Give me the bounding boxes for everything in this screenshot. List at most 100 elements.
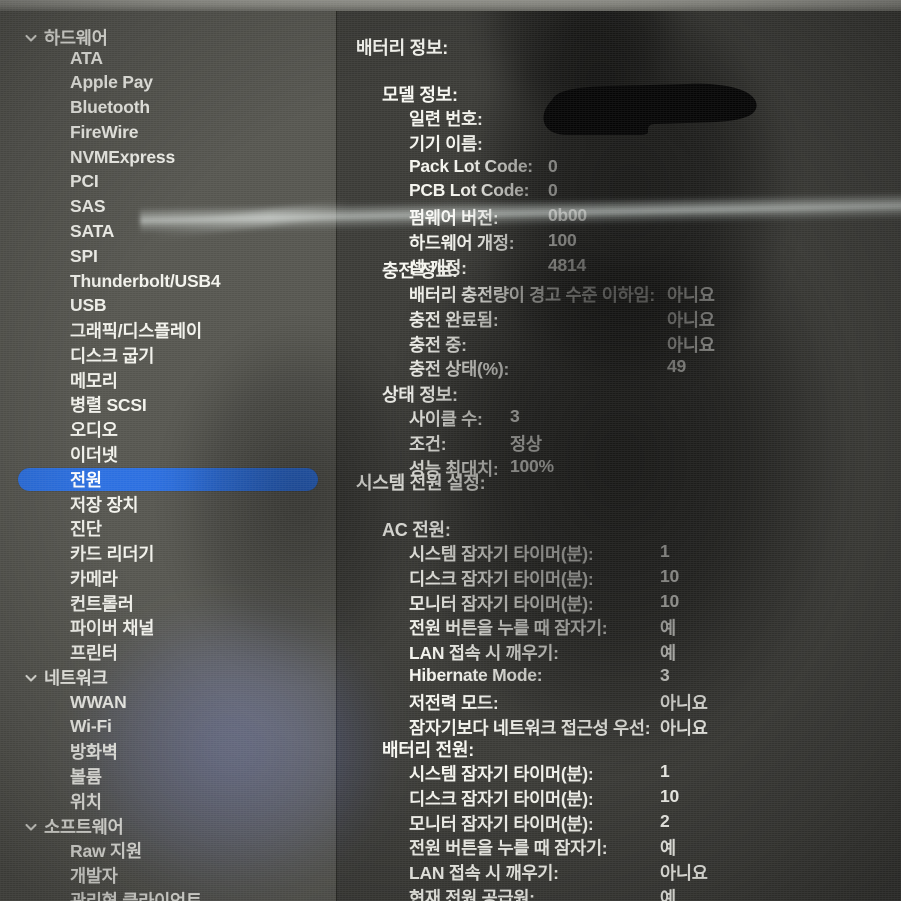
detail-value: 정상 xyxy=(510,433,542,454)
detail-value: 1 xyxy=(660,761,670,781)
sidebar-item-메모리[interactable]: 메모리 xyxy=(0,368,337,393)
sidebar-item-카메라[interactable]: 카메라 xyxy=(0,566,337,591)
detail-value: 예 xyxy=(660,618,676,639)
sidebar-item-bluetooth[interactable]: Bluetooth xyxy=(0,95,337,120)
sidebar-item-label: 컨트롤러 xyxy=(70,594,134,614)
sidebar-item-label: ATA xyxy=(70,48,103,68)
detail-key: 디스크 잠자기 타이머(분): xyxy=(409,788,594,809)
sidebar-item-usb[interactable]: USB xyxy=(0,293,337,318)
sidebar-item-thunderbolt-usb4[interactable]: Thunderbolt/USB4 xyxy=(0,269,337,294)
sidebar-item-firewire[interactable]: FireWire xyxy=(0,120,337,145)
sidebar-item-wi-fi[interactable]: Wi-Fi xyxy=(0,714,337,739)
sidebar-item-방화벽[interactable]: 방화벽 xyxy=(0,739,337,764)
detail-value: 10 xyxy=(660,590,679,611)
sidebar-list[interactable]: 하드웨어 ATA Apple Pay Bluetooth FireWire NVMExpr… xyxy=(0,11,337,901)
battery-power-row: 전원 버튼을 누를 때 잠자기: 예 xyxy=(409,835,676,860)
detail-key: 사이클 수: xyxy=(409,409,483,429)
battery-power-row: LAN 접속 시 깨우기: 아니요 xyxy=(409,860,708,885)
detail-key: 충전 중: xyxy=(409,334,467,355)
detail-value: 아니요 xyxy=(660,863,708,884)
sidebar-item-sata[interactable]: SATA xyxy=(0,219,337,244)
sidebar-item-저장-장치[interactable]: 저장 장치 xyxy=(0,492,337,517)
battery-power-row: 디스크 잠자기 타이머(분): 10 xyxy=(409,786,679,811)
model-info-row: 일련 번호: xyxy=(409,106,483,131)
sidebar-item-label: SAS xyxy=(70,196,106,216)
sidebar-item-프린터[interactable]: 프린터 xyxy=(0,640,337,665)
health-info-row: 사이클 수: 3 xyxy=(409,406,520,431)
chevron-down-icon[interactable] xyxy=(24,31,38,45)
sidebar-item-label: 카메라 xyxy=(70,569,118,589)
sidebar-item-관리형-클라이언트[interactable]: 관리형 클라이언트 xyxy=(0,888,337,901)
sidebar-item-진단[interactable]: 진단 xyxy=(0,516,337,541)
detail-value: 아니요 xyxy=(667,285,715,305)
window-chrome-edge xyxy=(0,0,901,11)
sidebar-item-병렬-scsi[interactable]: 병렬 SCSI xyxy=(0,392,337,417)
charge-info-row: 충전 상태(%): 49 xyxy=(409,356,686,381)
sidebar-item-위치[interactable]: 위치 xyxy=(0,789,337,814)
model-info-row: PCB Lot Code: 0 xyxy=(409,180,558,201)
detail-key: 저전력 모드: xyxy=(409,692,499,713)
system-power-heading: 시스템 전원 설정: xyxy=(356,473,486,493)
sidebar-item-label: 이더넷 xyxy=(70,445,118,465)
chevron-down-icon[interactable] xyxy=(24,820,38,834)
sidebar-item-pci[interactable]: PCI xyxy=(0,169,337,194)
sidebar-item-카드-리더기[interactable]: 카드 리더기 xyxy=(0,541,337,566)
charge-info-row: 충전 중: 아니요 xyxy=(409,332,715,357)
sidebar-item-label: 네트워크 xyxy=(44,668,108,688)
sidebar-item-컨트롤러[interactable]: 컨트롤러 xyxy=(0,591,337,616)
sidebar-item-오디오[interactable]: 오디오 xyxy=(0,417,337,442)
detail-value: 100% xyxy=(510,455,554,476)
sidebar-item-네트워크[interactable]: 네트워크 xyxy=(0,665,337,690)
detail-value: 0 xyxy=(548,155,558,176)
detail-key: 현재 전원 공급원: xyxy=(409,888,535,901)
detail-value: 아니요 xyxy=(667,334,715,355)
sidebar[interactable]: 하드웨어 ATA Apple Pay Bluetooth FireWire NVMExpr… xyxy=(0,11,337,901)
sidebar-item-label: 저장 장치 xyxy=(70,495,139,515)
system-information-window: 하드웨어 ATA Apple Pay Bluetooth FireWire NVMExpr… xyxy=(0,0,901,901)
sidebar-item-label: PCI xyxy=(70,171,99,191)
sidebar-item-label: Apple Pay xyxy=(70,72,153,92)
sidebar-item-label: WWAN xyxy=(70,692,127,712)
detail-key: 디스크 잠자기 타이머(분): xyxy=(409,568,594,589)
sidebar-item-그래픽-디스플레이[interactable]: 그래픽/디스플레이 xyxy=(0,318,337,343)
charge-info-heading: 충전 정보: xyxy=(382,261,458,281)
chevron-down-icon[interactable] xyxy=(24,671,38,685)
sidebar-item-label: FireWire xyxy=(70,122,139,142)
sidebar-item-label: SATA xyxy=(70,221,115,241)
sidebar-item-디스크-굽기[interactable]: 디스크 굽기 xyxy=(0,343,337,368)
sidebar-item-spi[interactable]: SPI xyxy=(0,244,337,269)
sidebar-item-개발자[interactable]: 개발자 xyxy=(0,863,337,888)
sidebar-item-raw-지원[interactable]: Raw 지원 xyxy=(0,838,337,863)
detail-key: LAN 접속 시 깨우기: xyxy=(409,863,559,884)
detail-key: 시스템 잠자기 타이머(분): xyxy=(409,544,594,564)
detail-value: 2 xyxy=(660,810,670,831)
sidebar-item-볼륨[interactable]: 볼륨 xyxy=(0,764,337,789)
sidebar-item-nvmexpress[interactable]: NVMExpress xyxy=(0,145,337,170)
battery-power-heading: 배터리 전원: xyxy=(382,740,475,760)
detail-key: 충전 완료됨: xyxy=(409,309,499,330)
model-info-row: Pack Lot Code: 0 xyxy=(409,156,558,177)
sidebar-item-label: 오디오 xyxy=(70,420,118,440)
sidebar-item-파이버-채널[interactable]: 파이버 채널 xyxy=(0,615,337,640)
health-info-row: 조건: 정상 xyxy=(409,431,542,456)
detail-key: 기기 이름: xyxy=(409,133,483,154)
sidebar-item-label: 디스크 굽기 xyxy=(70,346,155,366)
detail-key: 펌웨어 버전: xyxy=(409,208,499,229)
sidebar-item-apple-pay[interactable]: Apple Pay xyxy=(0,70,337,95)
sidebar-item-label: 전원 xyxy=(70,470,102,490)
detail-key: 전원 버튼을 누를 때 잠자기: xyxy=(409,618,608,639)
sidebar-item-sas[interactable]: SAS xyxy=(0,194,337,219)
sidebar-item-소프트웨어[interactable]: 소프트웨어 xyxy=(0,814,337,839)
sidebar-item-ata[interactable]: ATA xyxy=(0,46,337,71)
ac-power-row: 전원 버튼을 누를 때 잠자기: 예 xyxy=(409,615,676,640)
sidebar-item-wwan[interactable]: WWAN xyxy=(0,690,337,715)
sidebar-item-label: 관리형 클라이언트 xyxy=(70,891,202,901)
sidebar-item-전원[interactable]: 전원 xyxy=(0,467,337,492)
detail-value: 0 xyxy=(548,180,558,201)
detail-key: 하드웨어 개정: xyxy=(409,233,515,253)
detail-key: 배터리 충전량이 경고 수준 이하임: xyxy=(409,285,655,305)
ac-power-heading: AC 전원: xyxy=(382,520,451,540)
detail-key: LAN 접속 시 깨우기: xyxy=(409,643,559,664)
model-info-row: 기기 이름: xyxy=(409,131,483,156)
sidebar-item-이더넷[interactable]: 이더넷 xyxy=(0,442,337,467)
